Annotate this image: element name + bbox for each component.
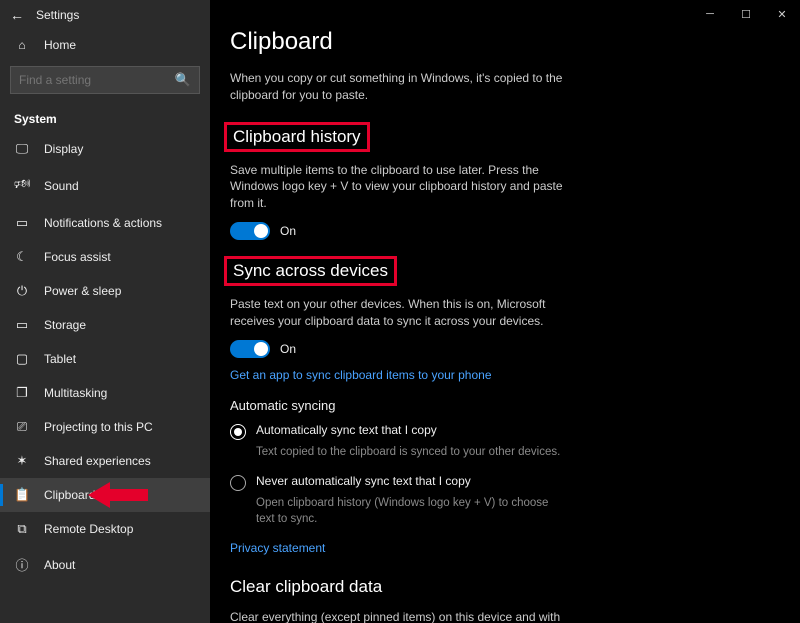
heading-clear-data: Clear clipboard data bbox=[224, 575, 388, 599]
notifications-icon: ▭ bbox=[14, 215, 30, 231]
nav-label: Display bbox=[44, 142, 83, 156]
projecting-icon: ⎚ bbox=[14, 419, 30, 435]
power-icon: ⏻ bbox=[14, 283, 30, 299]
privacy-link[interactable]: Privacy statement bbox=[230, 541, 325, 555]
annotation-arrow-icon bbox=[88, 480, 148, 510]
history-toggle[interactable] bbox=[230, 222, 270, 240]
nav-label: Shared experiences bbox=[44, 454, 151, 468]
shared-experiences-icon: ✶ bbox=[14, 453, 30, 469]
nav-label: Notifications & actions bbox=[44, 216, 162, 230]
nav-label: Storage bbox=[44, 318, 86, 332]
remote-desktop-icon: ⧉ bbox=[14, 521, 30, 537]
multitasking-icon: ❐ bbox=[14, 385, 30, 401]
sync-toggle-row: On bbox=[230, 340, 570, 358]
focus-assist-icon: ☾ bbox=[14, 249, 30, 265]
radio-auto-sync[interactable]: Automatically sync text that I copy bbox=[230, 423, 570, 440]
radio-never-auto-sync[interactable]: Never automatically sync text that I cop… bbox=[230, 474, 570, 491]
heading-sync-devices: Sync across devices bbox=[224, 256, 397, 286]
close-button[interactable]: ✕ bbox=[764, 0, 800, 28]
heading-clipboard-history: Clipboard history bbox=[224, 122, 370, 152]
sync-toggle[interactable] bbox=[230, 340, 270, 358]
history-toggle-label: On bbox=[280, 224, 296, 238]
page-title: Clipboard bbox=[230, 28, 570, 56]
nav-item-multitasking[interactable]: ❐ Multitasking bbox=[0, 376, 210, 410]
home-label: Home bbox=[44, 38, 76, 52]
nav-item-shared-experiences[interactable]: ✶ Shared experiences bbox=[0, 444, 210, 478]
radio-icon bbox=[230, 475, 246, 491]
back-icon[interactable]: ← bbox=[10, 7, 24, 23]
nav-label: Clipboard bbox=[44, 488, 95, 502]
tablet-icon: ▢ bbox=[14, 351, 30, 367]
sync-app-link[interactable]: Get an app to sync clipboard items to yo… bbox=[230, 368, 492, 382]
window-controls: ─ ☐ ✕ bbox=[692, 0, 800, 28]
nav-item-projecting[interactable]: ⎚ Projecting to this PC bbox=[0, 410, 210, 444]
nav-item-power-sleep[interactable]: ⏻ Power & sleep bbox=[0, 274, 210, 308]
nav-item-display[interactable]: 🖵 Display bbox=[0, 132, 210, 166]
radio-icon bbox=[230, 424, 246, 440]
titlebar: ← Settings bbox=[0, 0, 210, 30]
storage-icon: ▭ bbox=[14, 317, 30, 333]
sync-toggle-label: On bbox=[280, 342, 296, 356]
history-toggle-row: On bbox=[230, 222, 570, 240]
clear-desc: Clear everything (except pinned items) o… bbox=[230, 609, 570, 623]
clipboard-icon: 📋 bbox=[14, 487, 30, 503]
search-input[interactable]: 🔍 bbox=[10, 66, 200, 94]
auto-sync-heading: Automatic syncing bbox=[230, 398, 570, 413]
nav-item-focus-assist[interactable]: ☾ Focus assist bbox=[0, 240, 210, 274]
nav-label: About bbox=[44, 558, 75, 572]
nav-label: Focus assist bbox=[44, 250, 111, 264]
nav-label: Sound bbox=[44, 179, 79, 193]
app-title: Settings bbox=[36, 8, 79, 22]
search-icon: 🔍 bbox=[175, 72, 191, 88]
radio-auto-sync-sub: Text copied to the clipboard is synced t… bbox=[256, 444, 570, 460]
nav-item-storage[interactable]: ▭ Storage bbox=[0, 308, 210, 342]
nav-label: Projecting to this PC bbox=[44, 420, 153, 434]
nav-label: Remote Desktop bbox=[44, 522, 133, 536]
nav-item-clipboard[interactable]: 📋 Clipboard bbox=[0, 478, 210, 512]
nav-item-tablet[interactable]: ▢ Tablet bbox=[0, 342, 210, 376]
nav-label: Power & sleep bbox=[44, 284, 121, 298]
nav-label: Tablet bbox=[44, 352, 76, 366]
minimize-button[interactable]: ─ bbox=[692, 0, 728, 28]
content: Clipboard When you copy or cut something… bbox=[210, 0, 590, 623]
sound-icon: 🕬 bbox=[14, 175, 30, 197]
history-desc: Save multiple items to the clipboard to … bbox=[230, 162, 570, 212]
intro-text: When you copy or cut something in Window… bbox=[230, 70, 570, 104]
nav-item-notifications[interactable]: ▭ Notifications & actions bbox=[0, 206, 210, 240]
sync-desc: Paste text on your other devices. When t… bbox=[230, 296, 570, 330]
nav-label: Multitasking bbox=[44, 386, 107, 400]
search-field[interactable] bbox=[19, 73, 175, 87]
nav-item-remote-desktop[interactable]: ⧉ Remote Desktop bbox=[0, 512, 210, 546]
search-wrap: 🔍 bbox=[0, 60, 210, 104]
home-icon: ⌂ bbox=[14, 38, 30, 52]
radio-label: Automatically sync text that I copy bbox=[256, 423, 437, 437]
sidebar: ← Settings ⌂ Home 🔍 System 🖵 Display 🕬 S… bbox=[0, 0, 210, 623]
radio-label: Never automatically sync text that I cop… bbox=[256, 474, 471, 488]
main-pane: ─ ☐ ✕ Clipboard When you copy or cut som… bbox=[210, 0, 800, 623]
nav-list: 🖵 Display 🕬 Sound ▭ Notifications & acti… bbox=[0, 132, 210, 623]
nav-item-about[interactable]: ⓘ About bbox=[0, 546, 210, 583]
about-icon: ⓘ bbox=[14, 555, 30, 574]
nav-item-sound[interactable]: 🕬 Sound bbox=[0, 166, 210, 206]
maximize-button[interactable]: ☐ bbox=[728, 0, 764, 28]
radio-never-auto-sync-sub: Open clipboard history (Windows logo key… bbox=[256, 495, 570, 527]
home-button[interactable]: ⌂ Home bbox=[0, 30, 210, 60]
display-icon: 🖵 bbox=[14, 141, 30, 157]
category-label: System bbox=[0, 104, 210, 132]
